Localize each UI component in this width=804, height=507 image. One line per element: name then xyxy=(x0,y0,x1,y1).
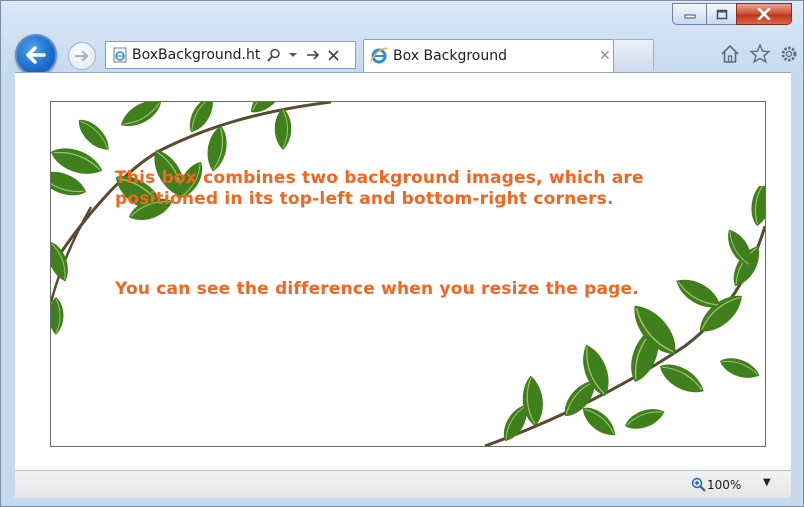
intro-line-2: positioned in its top-left and bottom-ri… xyxy=(115,189,614,209)
page-icon xyxy=(113,47,127,63)
background-box: This box combines two background images,… xyxy=(50,101,766,447)
close-icon xyxy=(757,8,771,20)
stop-icon[interactable] xyxy=(326,47,340,63)
status-bar: 100% ▼ xyxy=(15,470,791,498)
tab-box-background[interactable]: Box Background ✕ xyxy=(363,39,614,72)
back-button[interactable] xyxy=(15,34,57,76)
go-icon[interactable] xyxy=(306,47,320,63)
favorites-star-icon[interactable] xyxy=(749,43,771,65)
resize-hint-text: You can see the difference when you resi… xyxy=(115,279,639,299)
tab-title: Box Background xyxy=(393,48,507,64)
browser-window: BoxBackground.htm Box Background ✕ This … xyxy=(0,0,804,507)
new-tab-button[interactable] xyxy=(614,39,654,71)
home-icon[interactable] xyxy=(719,43,741,65)
zoom-level[interactable]: 100% xyxy=(707,478,741,492)
maximize-button[interactable] xyxy=(706,3,736,25)
close-window-button[interactable] xyxy=(736,3,792,25)
zoom-icon[interactable] xyxy=(691,477,706,492)
forward-button[interactable] xyxy=(68,42,96,70)
intro-paragraph: This box combines two background images,… xyxy=(115,168,735,210)
zoom-dropdown-icon[interactable]: ▼ xyxy=(763,477,771,488)
address-bar[interactable]: BoxBackground.htm xyxy=(105,41,356,69)
minimize-button[interactable] xyxy=(672,3,706,25)
intro-line-1: This box combines two background images,… xyxy=(115,168,644,188)
minimize-icon xyxy=(684,14,695,19)
dropdown-icon[interactable] xyxy=(286,47,300,63)
url-text[interactable]: BoxBackground.htm xyxy=(132,47,260,63)
leaves-top-left-image xyxy=(51,102,332,336)
ie-logo-icon xyxy=(370,47,388,64)
maximize-icon xyxy=(716,9,727,19)
tools-gear-icon[interactable] xyxy=(778,43,800,65)
back-arrow-icon xyxy=(26,46,46,64)
page-viewport: This box combines two background images,… xyxy=(15,72,791,470)
search-icon[interactable] xyxy=(266,47,280,63)
leaves-bottom-right-image xyxy=(484,186,765,446)
forward-arrow-icon xyxy=(74,50,89,62)
tab-close-icon[interactable]: ✕ xyxy=(599,48,611,64)
